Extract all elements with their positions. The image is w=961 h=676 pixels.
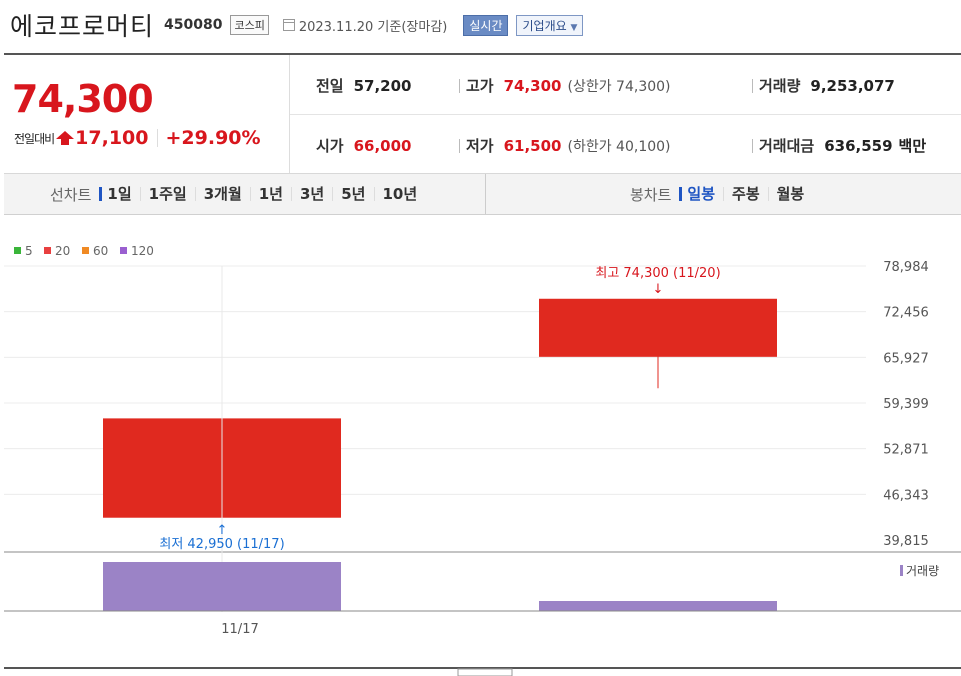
candle-chart-label: 봉차트 (630, 185, 672, 204)
divider (752, 138, 753, 153)
volume-value: 9,253,077 (810, 76, 895, 95)
period-10y[interactable]: 10년 (373, 187, 426, 202)
period-daily[interactable]: 일봉 (679, 187, 723, 202)
legend-swatch (120, 247, 127, 254)
date-text: 2023.11.20 기준(장마감) (298, 19, 448, 35)
volume-bar (103, 562, 341, 611)
amount-label: 거래대금 (759, 137, 815, 155)
divider (459, 78, 460, 93)
y-tick-label: 46,343 (883, 488, 929, 503)
legend-swatch (14, 247, 21, 254)
low-label: 저가 (466, 137, 494, 155)
change-line: 전일대비 17,100 +29.90% (14, 127, 261, 149)
volume-summary: 거래량 9,253,077 (752, 75, 895, 96)
trade-amount: 거래대금 636,559 백만 (752, 135, 926, 156)
market-badge: 코스피 (230, 15, 269, 35)
period-1w[interactable]: 1주일 (139, 187, 195, 202)
y-tick-label: 65,927 (883, 351, 929, 366)
change-percent: +29.90% (165, 127, 261, 149)
chart-period-bar: 선차트 1일 1주일 3개월 1년 3년 5년 10년 봉차트 일봉 주봉 월봉 (4, 173, 961, 215)
volume-legend-swatch (900, 565, 903, 576)
prev-close-label: 전일 (316, 77, 344, 95)
candle-chart-periods: 봉차트 일봉 주봉 월봉 (630, 174, 812, 214)
y-tick-label: 59,399 (883, 397, 929, 412)
chart-canvas: 5 20 60 120 78,984 72,456 65,927 59,399 52,871 46… (4, 244, 961, 676)
upper-limit: (상한가 74,300) (567, 78, 671, 95)
divider (752, 78, 753, 93)
legend-swatch (44, 247, 51, 254)
up-arrow-icon (56, 131, 75, 145)
y-tick-label: 39,815 (883, 534, 929, 549)
prev-close: 전일 57,200 (316, 75, 412, 96)
period-monthly[interactable]: 월봉 (767, 187, 813, 202)
x-tick-label: 11/17 (221, 622, 258, 637)
divider (485, 174, 486, 214)
legend-label: 20 (55, 244, 70, 258)
candlestick-chart: 5 20 60 120 78,984 72,456 65,927 59,399 52,871 46… (0, 238, 961, 676)
high-price: 고가 74,300 (상한가 74,300) (459, 75, 671, 96)
stock-name: 에코프로머티 (10, 12, 155, 41)
open-label: 시가 (316, 137, 344, 155)
divider (459, 138, 460, 153)
legend-label: 120 (131, 244, 154, 258)
row-divider (290, 114, 961, 115)
divider (156, 129, 158, 147)
period-1y[interactable]: 1년 (249, 187, 291, 202)
change-label: 전일대비 (14, 131, 55, 146)
low-price: 저가 61,500 (하한가 40,100) (459, 135, 671, 156)
period-5y[interactable]: 5년 (332, 187, 373, 202)
legend-swatch (82, 247, 89, 254)
stock-header: 에코프로머티 450080 코스피 2023.11.20 기준(장마감) 실시간… (10, 10, 584, 41)
volume-legend-label: 거래량 (906, 564, 939, 578)
line-chart-label: 선차트 (50, 185, 92, 204)
low-annotation: 최저 42,950 (11/17) (159, 537, 284, 552)
volume-bar (539, 601, 777, 611)
open-price: 시가 66,000 (316, 135, 412, 156)
chevron-down-icon: ▼ (570, 22, 578, 33)
volume-label: 거래량 (759, 77, 801, 95)
amount-unit: 백만 (898, 137, 927, 155)
y-tick-label: 78,984 (883, 260, 929, 275)
period-3y[interactable]: 3년 (291, 187, 332, 202)
change-amount: 17,100 (75, 127, 149, 149)
y-tick-label: 52,871 (883, 443, 929, 458)
low-value: 61,500 (503, 136, 562, 155)
scroll-handle (457, 668, 513, 676)
open-value: 66,000 (353, 136, 412, 155)
high-value: 74,300 (503, 76, 562, 95)
stock-code: 450080 (164, 17, 223, 33)
high-arrow: ↓ (653, 282, 664, 297)
company-profile-label: 기업개요 (522, 18, 567, 33)
realtime-button[interactable]: 실시간 (463, 14, 509, 36)
high-annotation: 최고 74,300 (11/20) (595, 266, 720, 281)
high-label: 고가 (466, 77, 494, 95)
calendar-icon (282, 19, 295, 31)
company-profile-button[interactable]: 기업개요 ▼ (516, 14, 584, 36)
line-chart-periods: 선차트 1일 1주일 3개월 1년 3년 5년 10년 (50, 174, 425, 214)
legend-label: 5 (25, 244, 33, 258)
amount-value: 636,559 (824, 136, 893, 155)
legend-label: 60 (93, 244, 108, 258)
period-1d[interactable]: 1일 (99, 187, 139, 202)
date-info: 2023.11.20 기준(장마감) (282, 16, 448, 35)
low-arrow: ↑ (217, 523, 228, 538)
prev-close-value: 57,200 (353, 76, 412, 95)
period-3m[interactable]: 3개월 (194, 187, 250, 202)
candle-body (539, 298, 777, 357)
y-tick-label: 72,456 (883, 306, 929, 321)
price-summary: 74,300 전일대비 17,100 +29.90% 전일 57,200 고가 … (4, 53, 961, 176)
current-price-box: 74,300 전일대비 17,100 +29.90% (4, 55, 290, 175)
lower-limit: (하한가 40,100) (567, 138, 671, 155)
period-weekly[interactable]: 주봉 (723, 187, 768, 202)
current-price: 74,300 (12, 77, 154, 121)
